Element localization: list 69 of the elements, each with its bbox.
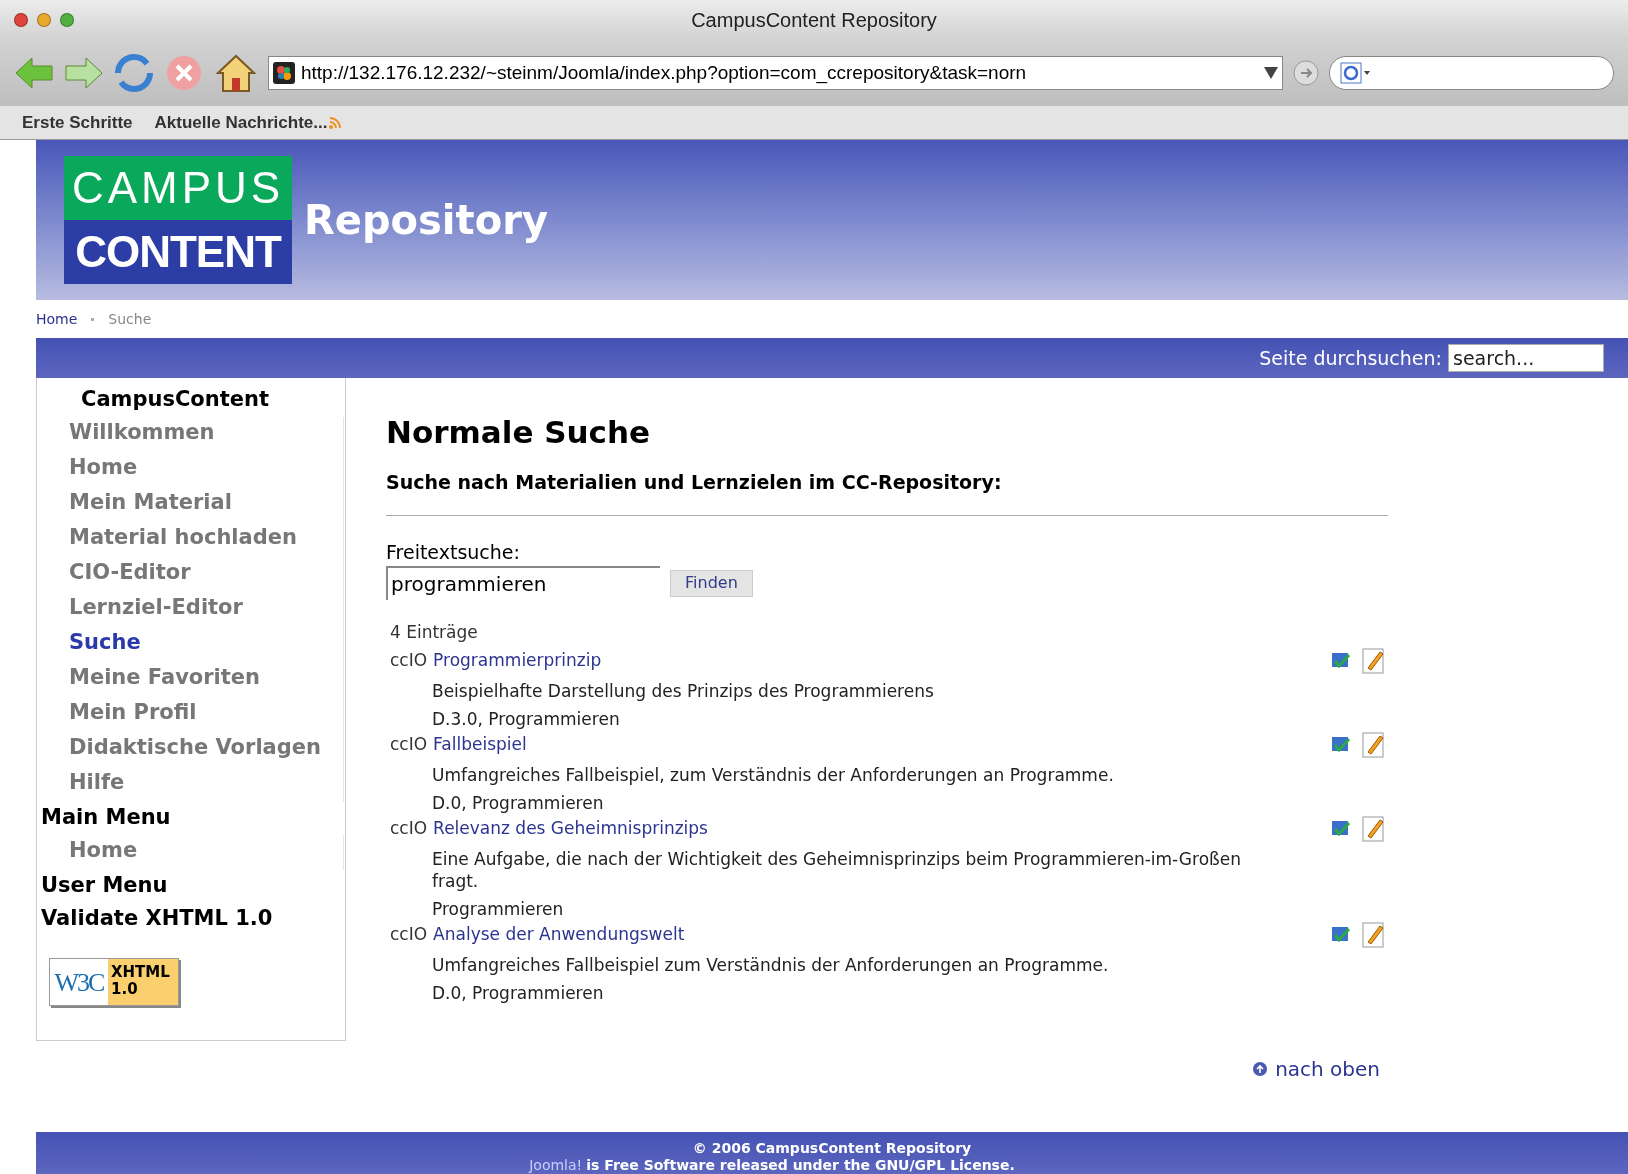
logo-bottom-text: CONTENT [64, 220, 292, 284]
search-label: Seite durchsuchen: [1259, 345, 1442, 371]
bookmark-link[interactable]: Aktuelle Nachrichte... [154, 109, 342, 136]
result-count: 4 Einträge [389, 621, 479, 644]
address-field[interactable]: http://132.176.12.232/~steinm/Joomla/index.php?option=com_ccrepository&task=norn [268, 56, 1283, 90]
menu-heading: Validate XHTML 1.0 [40, 905, 274, 932]
sidebar-item[interactable]: Mein Profil [37, 697, 344, 732]
search-engine-icon[interactable] [1340, 62, 1370, 84]
menu-heading: Main Menu [40, 804, 172, 831]
back-to-top-link[interactable]: nach oben [1253, 1053, 1380, 1084]
sidebar-item[interactable]: Material hochladen [37, 522, 344, 557]
zoom-button[interactable] [60, 13, 74, 27]
download-check-icon[interactable] [1330, 651, 1352, 671]
sidebar-item[interactable]: CIO-Editor [37, 557, 344, 592]
result-type: ccIO [390, 817, 428, 841]
sidebar-item[interactable]: Hilfe [37, 767, 344, 802]
search-engine-field[interactable] [1329, 56, 1614, 90]
menu-heading: User Menu [40, 872, 169, 899]
breadcrumb-link[interactable]: Home [36, 308, 78, 330]
find-button[interactable]: Finden [670, 569, 753, 597]
go-icon[interactable] [1293, 60, 1319, 86]
minimize-button[interactable] [37, 13, 51, 27]
field-label: Freitextsuche: [386, 539, 521, 565]
result-meta: Programmieren [431, 897, 565, 920]
site-search-field[interactable]: search... [1448, 344, 1604, 372]
result-type: ccIO [390, 733, 428, 757]
sidebar-item[interactable]: Mein Material [37, 487, 344, 522]
copyright-text: © 2006 CampusContent Repository [692, 1140, 972, 1157]
sidebar-item[interactable]: Meine Favoriten [37, 662, 344, 697]
joomla-link[interactable]: Joomla! [529, 1157, 583, 1174]
xhtml-version-text: XHTML 1.0 [108, 959, 178, 1005]
dropdown-icon[interactable] [1264, 67, 1278, 79]
page-heading: Normale Suche [386, 413, 652, 452]
result-meta: D.0, Programmieren [431, 791, 605, 814]
breadcrumb-current: Suche [108, 309, 152, 329]
window-title: CampusContent Repository [691, 8, 937, 33]
search-subtitle: Suche nach Materialien und Lernzielen im CC-Repository: [386, 470, 1003, 495]
result-description: Umfangreiches Fallbeispiel zum Verständnis der Anforderungen an Programme. [432, 953, 1110, 976]
site-icon [273, 62, 295, 84]
sidebar-item[interactable]: Didaktische Vorlagen [37, 732, 344, 767]
header-title: Repository [304, 196, 548, 245]
reload-icon[interactable] [114, 53, 154, 93]
logo-top-text: CAMPUS [64, 156, 292, 220]
result-link[interactable]: Analyse der Anwendungswelt [433, 922, 685, 948]
sidebar-item[interactable]: Home [37, 452, 344, 487]
download-check-icon[interactable] [1330, 735, 1352, 755]
result-description: Beispielhafte Darstellung des Prinzips des Programmierens [432, 679, 935, 702]
sidebar-item[interactable]: Suche [37, 627, 344, 662]
download-check-icon[interactable] [1330, 925, 1352, 945]
result-description: Eine Aufgabe, die nach der Wichtigkeit des Geheimnisprinzips beim Programmieren-im-Großen fragt. [432, 847, 1242, 892]
query-field[interactable]: programmieren [386, 566, 660, 600]
result-link[interactable]: Programmierprinzip [433, 648, 602, 674]
result-link[interactable]: Fallbeispiel [433, 732, 527, 758]
license-text: is Free Software released under the GNU/GPL License. [586, 1157, 1015, 1174]
sidebar-item[interactable]: Willkommen [37, 417, 344, 452]
result-description: Umfangreiches Fallbeispiel, zum Verständnis der Anforderungen an Programme. [432, 763, 1115, 786]
sidebar-item[interactable]: Home [37, 835, 344, 870]
result-meta: D.0, Programmieren [431, 981, 605, 1004]
bookmark-link[interactable]: Erste Schritte [22, 109, 133, 136]
menu-heading: CampusContent [80, 386, 270, 413]
result-type: ccIO [390, 923, 428, 947]
result-link[interactable]: Relevanz des Geheimnisprinzips [433, 816, 708, 842]
result-type: ccIO [390, 649, 428, 673]
sidebar-item[interactable]: Lernziel-Editor [37, 592, 344, 627]
download-check-icon[interactable] [1330, 819, 1352, 839]
close-button[interactable] [14, 13, 28, 27]
rss-feed-icon [329, 116, 342, 129]
url-text: http://132.176.12.232/~steinm/Joomla/index.php?option=com_ccrepository&task=norn [301, 60, 1028, 86]
result-meta: D.3.0, Programmieren [431, 707, 621, 730]
